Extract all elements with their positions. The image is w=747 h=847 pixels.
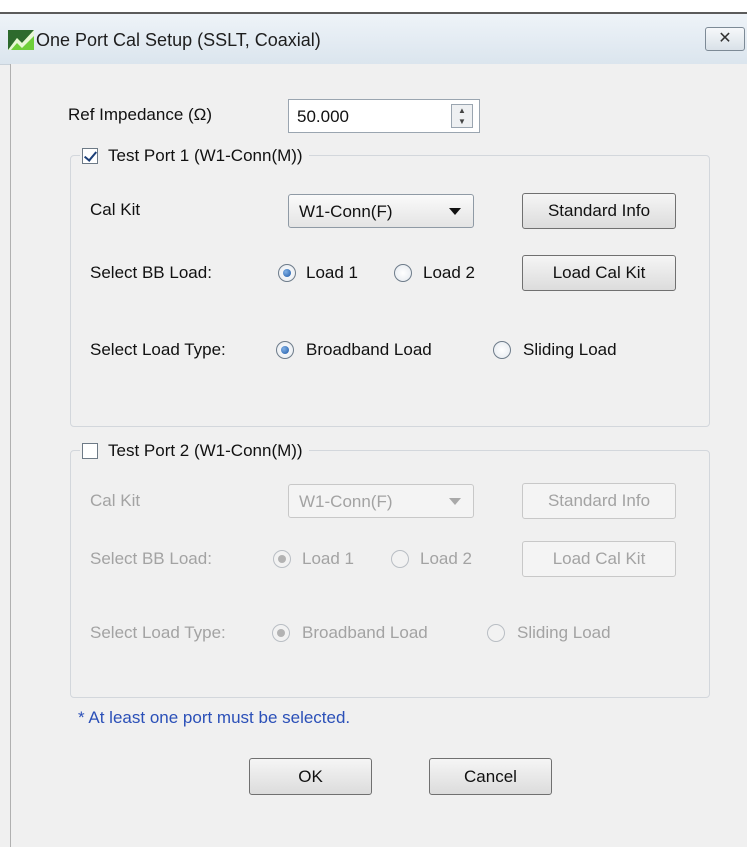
port2-load2-radio[interactable] [391, 550, 409, 568]
port2-legend[interactable]: Test Port 2 (W1-Conn(M)) [80, 440, 309, 462]
screen-top-strip [0, 0, 747, 14]
cancel-button[interactable]: Cancel [429, 758, 552, 795]
port2-broadband-radio[interactable] [272, 624, 290, 642]
port1-broadband-label: Broadband Load [306, 340, 432, 359]
port1-bb-load-label: Select BB Load: [90, 263, 212, 282]
port2-broadband-label: Broadband Load [302, 623, 428, 642]
port2-load-type-label: Select Load Type: [90, 623, 226, 642]
ok-button[interactable]: OK [249, 758, 372, 795]
port2-load-cal-kit-button[interactable]: Load Cal Kit [522, 541, 676, 577]
port1-load1-radio[interactable] [278, 264, 296, 282]
chevron-down-icon [449, 208, 461, 215]
port1-sliding-radio[interactable] [493, 341, 511, 359]
port2-bb-load-label: Select BB Load: [90, 549, 212, 568]
port1-broadband-radio[interactable] [276, 341, 294, 359]
selection-note: * At least one port must be selected. [78, 708, 351, 727]
close-icon: ✕ [718, 30, 732, 47]
port1-load-cal-kit-button[interactable]: Load Cal Kit [522, 255, 676, 291]
port2-cal-kit-value: W1-Conn(F) [299, 492, 393, 511]
port1-cal-kit-dropdown[interactable]: W1-Conn(F) [288, 194, 474, 228]
port1-load2-radio[interactable] [394, 264, 412, 282]
ref-impedance-input[interactable] [295, 105, 449, 129]
window-title: One Port Cal Setup (SSLT, Coaxial) [36, 30, 321, 50]
port2-sliding-label: Sliding Load [517, 623, 611, 642]
port1-load2-label: Load 2 [423, 263, 475, 282]
port2-load1-radio[interactable] [273, 550, 291, 568]
port2-load1-label: Load 1 [302, 549, 354, 568]
port2-sliding-radio[interactable] [487, 624, 505, 642]
close-button[interactable]: ✕ [705, 27, 745, 51]
spin-down-icon[interactable]: ▼ [452, 116, 472, 127]
port2-load2-label: Load 2 [420, 549, 472, 568]
port2-standard-info-button[interactable]: Standard Info [522, 483, 676, 519]
port2-checkbox[interactable] [82, 443, 98, 459]
port1-load1-label: Load 1 [306, 263, 358, 282]
spin-up-icon[interactable]: ▲ [452, 105, 472, 116]
ref-impedance-field[interactable]: ▲ ▼ [288, 99, 480, 133]
port2-cal-kit-dropdown[interactable]: W1-Conn(F) [288, 484, 474, 518]
port1-cal-kit-label: Cal Kit [90, 200, 141, 219]
port1-checkbox[interactable] [82, 148, 98, 164]
title-bar[interactable]: One Port Cal Setup (SSLT, Coaxial) ✕ [0, 14, 747, 65]
port1-sliding-label: Sliding Load [523, 340, 617, 359]
app-icon [8, 30, 34, 50]
port1-standard-info-button[interactable]: Standard Info [522, 193, 676, 229]
port1-legend[interactable]: Test Port 1 (W1-Conn(M)) [80, 145, 309, 167]
ref-impedance-label: Ref Impedance (Ω) [68, 105, 213, 124]
port2-cal-kit-label: Cal Kit [90, 491, 141, 510]
port1-label: Test Port 1 (W1-Conn(M)) [108, 146, 303, 165]
chevron-down-icon [449, 498, 461, 505]
port2-label: Test Port 2 (W1-Conn(M)) [108, 441, 303, 460]
ref-impedance-spinner[interactable]: ▲ ▼ [451, 104, 473, 128]
port1-cal-kit-value: W1-Conn(F) [299, 202, 393, 221]
port1-load-type-label: Select Load Type: [90, 340, 226, 359]
